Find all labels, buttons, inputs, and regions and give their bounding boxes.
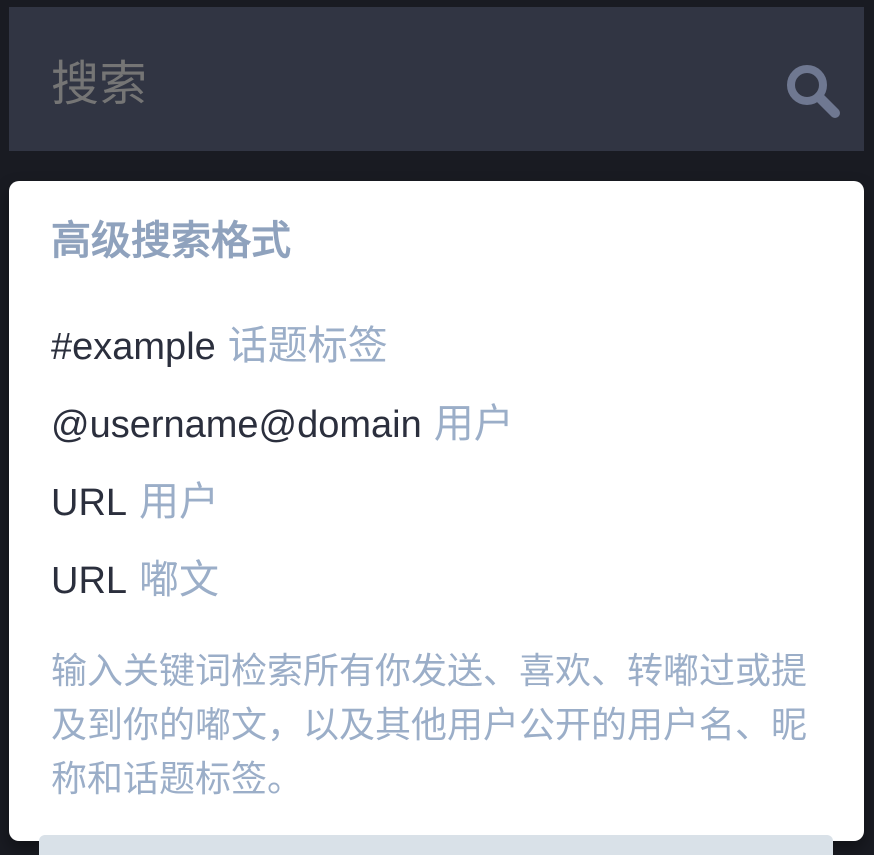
underlying-panel-edge <box>39 835 833 855</box>
search-bar <box>9 7 864 151</box>
syntax-code: #example <box>51 326 216 368</box>
syntax-code: URL <box>51 560 128 602</box>
search-syntax-list: #example 话题标签 @username@domain 用户 URL 用户… <box>51 307 822 619</box>
popout-title: 高级搜索格式 <box>51 218 291 264</box>
search-help-popout: 高级搜索格式 #example 话题标签 @username@domain 用户… <box>9 181 864 841</box>
syntax-code: @username@domain <box>51 404 422 446</box>
syntax-item-post-url: URL 嘟文 <box>51 541 822 619</box>
syntax-code: URL <box>51 482 128 524</box>
syntax-item-user-url: URL 用户 <box>51 463 822 541</box>
syntax-item-hashtag: #example 话题标签 <box>51 307 822 385</box>
syntax-description: 用户 <box>139 479 220 525</box>
syntax-description: 嘟文 <box>139 557 220 603</box>
search-input[interactable] <box>51 49 731 119</box>
app-screen: ▌ 高级搜索格式 #example 话题标签 @username@domain … <box>0 0 874 855</box>
syntax-description: 话题标签 <box>227 323 388 369</box>
syntax-description: 用户 <box>433 401 514 447</box>
syntax-item-user-handle: @username@domain 用户 <box>51 385 822 463</box>
search-icon[interactable] <box>783 61 843 121</box>
search-hint-text: 输入关键词检索所有你发送、喜欢、转嘟过或提及到你的嘟文，以及其他用户公开的用户名… <box>51 651 808 800</box>
